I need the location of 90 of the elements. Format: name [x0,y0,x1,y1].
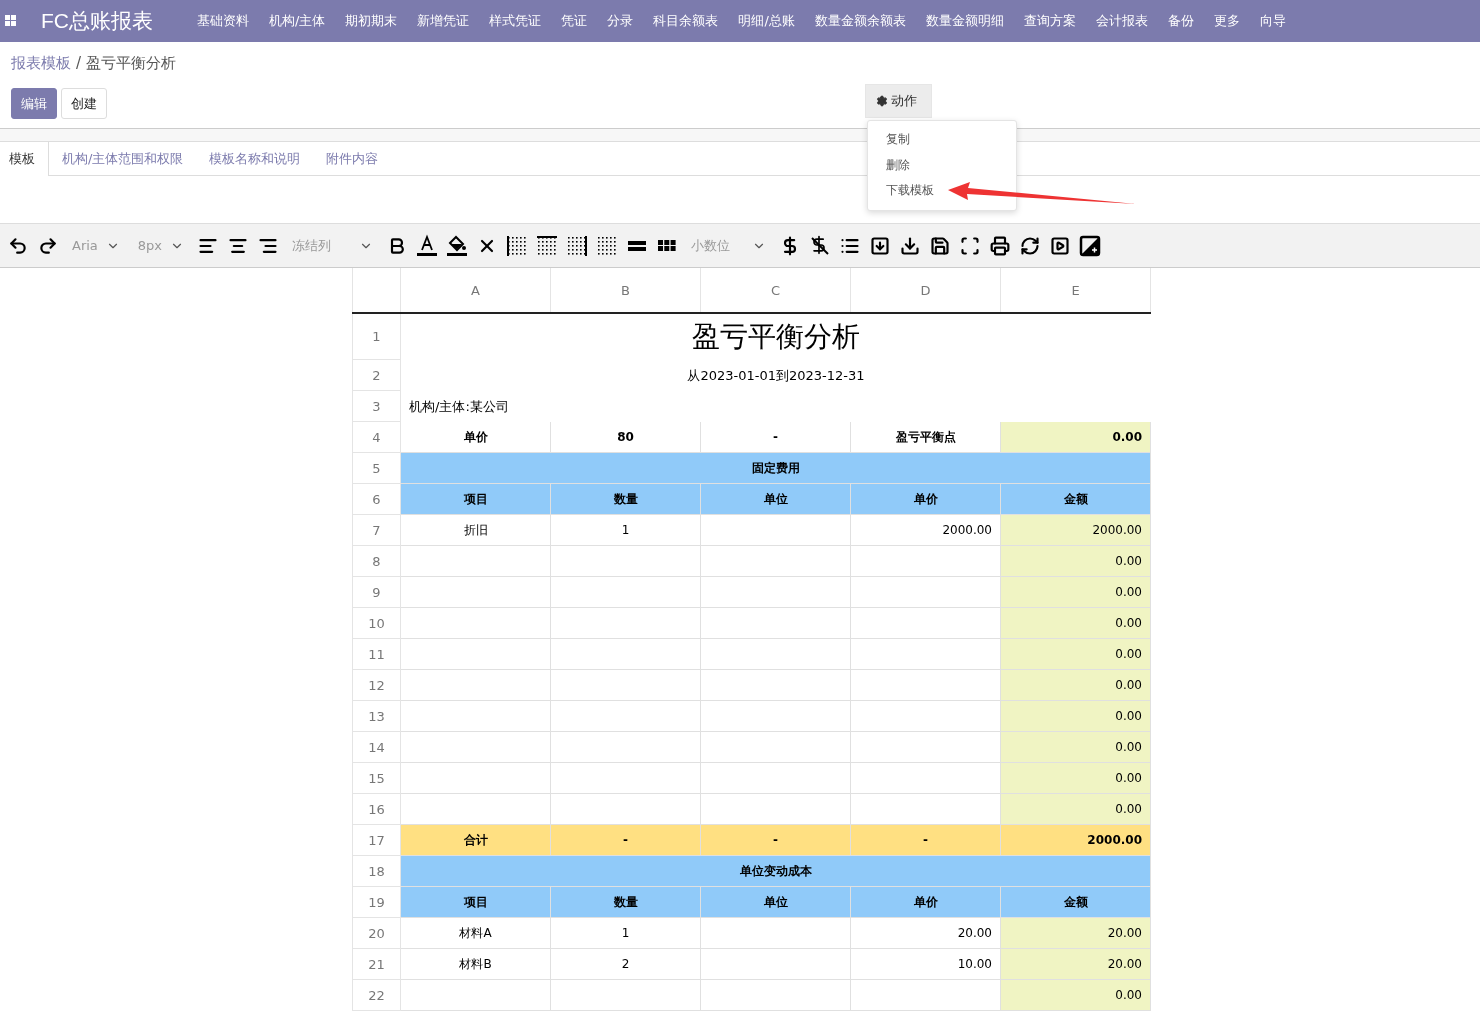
section-heading: 单位变动成本 [401,856,1151,887]
table-cell: 折旧 [401,515,551,546]
menu-item[interactable]: 删除 [868,152,1016,178]
table-cell: 2 [551,949,701,980]
breadcrumb-link[interactable]: 报表模板 [11,54,71,78]
table-cell: 20.00 [1001,918,1151,949]
column-header: 单位 [701,484,851,515]
fill-color-icon[interactable] [445,233,470,258]
border-right-icon[interactable] [565,233,590,258]
table-cell: 2000.00 [1001,515,1151,546]
table-cell: - [701,825,851,856]
tab[interactable]: 模板名称和说明 [196,142,314,175]
table-cell: - [551,825,701,856]
table-cell: 80 [551,422,701,453]
column-header: 金额 [1001,484,1151,515]
menu-item[interactable]: 复制 [868,127,1016,153]
edit-box-icon[interactable] [1078,233,1103,258]
nav-menu-item[interactable]: 更多 [1213,12,1240,30]
column-letter: B [551,268,701,312]
nav-menu-item[interactable]: 科目余额表 [653,12,719,30]
column-letter: E [1001,268,1151,312]
action-button[interactable]: 动作 [865,84,932,118]
table-cell: 0.00 [1001,639,1151,670]
nav-menu-item[interactable]: 备份 [1167,12,1194,30]
table-cell: 盈亏平衡点 [851,422,1001,453]
nav-menu-item[interactable]: 查询方案 [1023,12,1076,30]
table-cell: 0.00 [1001,670,1151,701]
column-letter: D [851,268,1001,312]
table-cell: 材料A [401,918,551,949]
nav-menu-item[interactable]: 明细/总账 [738,12,795,30]
nav-menu-item[interactable]: 新增凭证 [417,12,470,30]
column-header: 项目 [401,887,551,918]
tab[interactable]: 模板 [0,142,49,176]
table-cell: 2000.00 [851,515,1001,546]
nav-menu-item[interactable]: 向导 [1259,12,1286,30]
table-cell: 0.00 [1001,980,1151,1011]
text-color-icon[interactable] [415,233,440,258]
table-cell: 材料B [401,949,551,980]
nav-menu-item[interactable]: 分录 [607,12,634,30]
freeze-select[interactable]: 冻结列 [286,236,380,255]
table-cell: 合计 [401,825,551,856]
nav-menu-item[interactable]: 数量金额明细 [925,12,1004,30]
font-select[interactable]: Aria [66,238,126,253]
column-letter: A [401,268,551,312]
column-header: 单位 [701,887,851,918]
table-cell: 单价 [401,422,551,453]
table-cell: 1 [551,515,701,546]
nav-menu-item[interactable]: 会计报表 [1095,12,1148,30]
nav-menu-item[interactable]: 凭证 [561,12,588,30]
column-header: 数量 [551,887,701,918]
breadcrumb-current: 盈亏平衡分析 [86,54,177,74]
table-cell: 0.00 [1001,608,1151,639]
nav-menu-item[interactable]: 数量金额余额表 [814,12,906,30]
column-header: 单价 [851,484,1001,515]
tab[interactable]: 机构/主体范围和权限 [49,142,197,175]
table-cell: 0.00 [1001,732,1151,763]
column-letter: C [701,268,851,312]
apps-icon[interactable] [5,15,17,27]
nav-menu-item[interactable]: 样式凭证 [489,12,542,30]
column-header: 数量 [551,484,701,515]
nav-menu-item[interactable]: 期初期末 [345,12,398,30]
nav-menu-item[interactable]: 机构/主体 [269,12,326,30]
table-cell: 0.00 [1001,577,1151,608]
table-cell: - [701,422,851,453]
menu-item[interactable]: 下载模板 [868,178,1016,204]
breadcrumb-separator: / [76,54,82,74]
gear-icon [876,95,888,107]
column-header: 金额 [1001,887,1151,918]
table-cell: 0.00 [1001,701,1151,732]
font-size-select[interactable]: 8px [131,238,191,253]
table-cell: 0.00 [1001,763,1151,794]
table-cell: 0.00 [1001,794,1151,825]
edit-button[interactable]: 编辑 [11,88,57,119]
app-title: FC总账报表 [41,8,153,34]
nav-menu-item[interactable]: 基础资料 [197,12,249,30]
table-cell: 10.00 [851,949,1001,980]
tab[interactable]: 附件内容 [313,142,392,175]
table-cell: 20.00 [1001,949,1151,980]
table-cell: 20.00 [851,918,1001,949]
table-cell: 0.00 [1001,546,1151,577]
decimals-select[interactable]: 小数位 [685,236,773,255]
table-cell: 1 [551,918,701,949]
border-top-icon[interactable] [535,233,560,258]
table-cell: 0.00 [1001,422,1151,453]
column-header: 项目 [401,484,551,515]
section-heading: 固定费用 [401,453,1151,484]
table-cell: - [851,825,1001,856]
table-cell: 2000.00 [1001,825,1151,856]
create-button[interactable]: 创建 [61,88,107,119]
column-header: 单价 [851,887,1001,918]
